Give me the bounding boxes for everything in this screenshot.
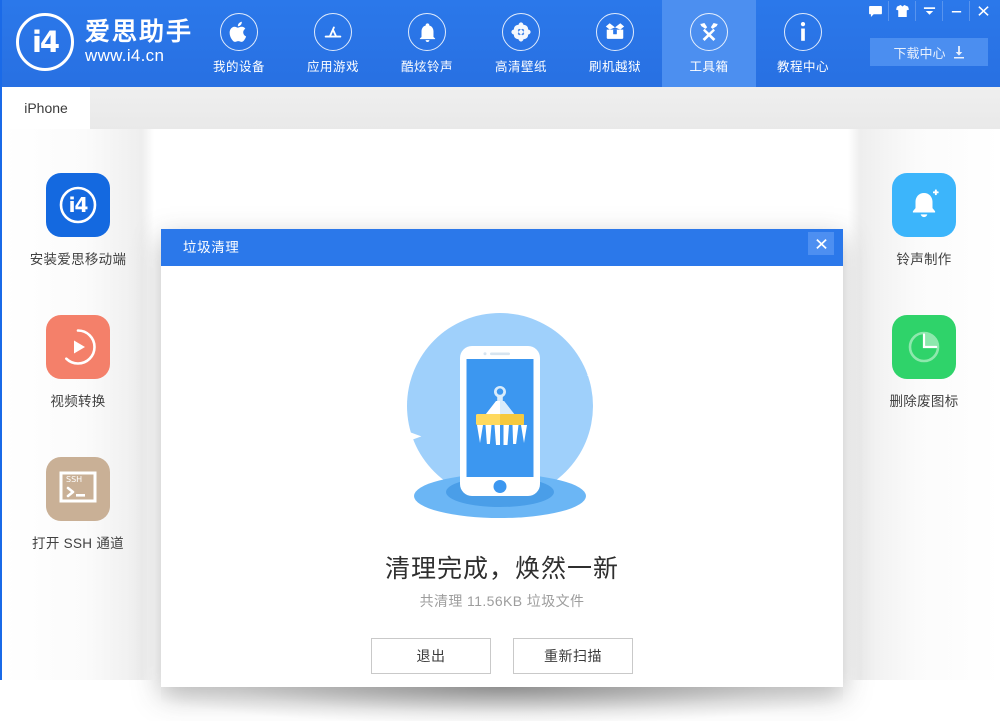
nav-label: 工具箱 [689,59,729,74]
download-center-button[interactable]: 下载中心 [870,38,988,66]
nav-item-apps-games[interactable]: 应用游戏 [286,0,380,87]
nav-label: 酷炫铃声 [400,59,453,74]
tile-label: 铃声制作 [896,252,952,267]
tile-label: 安装爱思移动端 [29,252,127,267]
speech-bubble-icon [868,5,882,17]
nav-label: 刷机越狱 [588,59,641,74]
nav-item-toolbox[interactable]: 工具箱 [662,0,756,87]
i4-app-icon: i4 [46,173,110,237]
nav-item-tutorials[interactable]: 教程中心 [756,0,850,87]
close-icon [815,238,827,249]
close-icon [977,6,989,16]
phone-broom-clean-icon [161,306,843,531]
brand-text: 爱思助手 www.i4.cn [85,17,194,66]
nav-label: 应用游戏 [306,59,359,74]
tile-label: 视频转换 [50,394,106,409]
tab-strip-filler [90,87,1000,130]
tab-label: iPhone [24,100,68,116]
brand: i4 爱思助手 www.i4.cn [16,13,193,71]
ssh-terminal-icon: SSH [46,457,110,521]
video-play-icon [46,315,110,379]
dialog-heading: 清理完成，焕然一新 [384,555,619,583]
app-window: i4 爱思助手 www.i4.cn 我的设备 应用游戏 酷炫铃声 高清壁纸 刷机… [0,0,1000,721]
skin-button[interactable] [888,1,915,21]
rescan-button-label: 重新扫描 [544,648,602,664]
minimize-button[interactable] [942,1,969,21]
dialog-title: 垃圾清理 [183,240,240,255]
brand-logo-text: i4 [31,25,60,59]
appstore-icon [314,12,352,51]
chevron-down-icon [923,7,935,15]
brand-url: www.i4.cn [85,45,165,65]
nav-label: 我的设备 [212,59,265,74]
bell-icon [408,12,446,51]
dialog-drop-shadow [161,687,843,721]
rescan-button[interactable]: 重新扫描 [513,638,633,674]
main-nav: 我的设备 应用游戏 酷炫铃声 高清壁纸 刷机越狱 工具箱 教程中心 [192,0,850,87]
window-controls [862,0,996,22]
dialog-body: 清理完成，焕然一新 共清理 11.56KB 垃圾文件 退出 重新扫描 [161,266,843,687]
feedback-button[interactable] [862,1,888,21]
flower-icon [502,12,540,51]
bell-plus-icon [892,173,956,237]
tile-ringtone-maker[interactable]: 铃声制作 [848,173,1000,268]
dialog-actions: 退出 重新扫描 [161,638,843,674]
app-header: i4 爱思助手 www.i4.cn 我的设备 应用游戏 酷炫铃声 高清壁纸 刷机… [2,0,1000,87]
nav-item-wallpapers[interactable]: 高清壁纸 [474,0,568,87]
apple-icon [220,12,258,51]
tools-icon [690,12,728,51]
box-icon [596,12,634,51]
tab-iphone[interactable]: iPhone [2,87,90,129]
tile-remove-broken-icons[interactable]: 删除废图标 [848,315,1000,410]
shirt-icon [895,5,909,17]
tile-label: 打开 SSH 通道 [32,536,124,551]
menu-button[interactable] [915,1,942,21]
brand-name: 爱思助手 [85,17,194,46]
nav-item-flash-jailbreak[interactable]: 刷机越狱 [568,0,662,87]
close-button[interactable] [969,1,996,21]
right-rail: 铃声制作 删除废图标 [848,129,1000,680]
exit-button-label: 退出 [416,648,446,664]
nav-item-my-device[interactable]: 我的设备 [192,0,286,87]
download-icon [953,45,964,58]
pie-clock-icon [892,315,956,379]
app-body: i4 安装爱思移动端 视频转换 SSH 打开 SSH 通道 铃声制作 删除废图标… [2,129,1000,721]
exit-button[interactable]: 退出 [371,638,491,674]
svg-text:i4: i4 [69,193,88,217]
nav-label: 教程中心 [776,59,829,74]
tile-video-convert[interactable]: 视频转换 [2,315,154,410]
dialog-subtitle: 共清理 11.56KB 垃圾文件 [419,593,585,609]
i4-logo-icon: i4 [16,13,74,71]
download-center-label: 下载中心 [893,45,946,61]
junk-clean-dialog: 垃圾清理 清理完成，焕然一新 共清理 11.56KB 垃圾文件 退出 重新扫描 [161,229,843,687]
tile-open-ssh[interactable]: SSH 打开 SSH 通道 [2,457,154,552]
svg-text:SSH: SSH [66,475,82,484]
nav-item-ringtones[interactable]: 酷炫铃声 [380,0,474,87]
dialog-titlebar: 垃圾清理 [161,229,843,266]
tab-strip: iPhone [2,87,1000,130]
tile-install-i4-mobile[interactable]: i4 安装爱思移动端 [2,173,154,268]
nav-label: 高清壁纸 [494,59,547,74]
info-icon [784,12,822,51]
tile-label: 删除废图标 [889,394,959,409]
dialog-close-button[interactable] [808,232,834,255]
left-rail: i4 安装爱思移动端 视频转换 SSH 打开 SSH 通道 [2,129,154,680]
minimize-icon [951,11,961,13]
